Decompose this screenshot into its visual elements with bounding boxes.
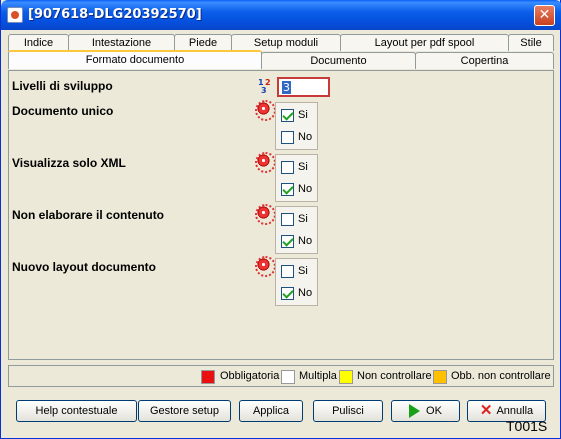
help-button[interactable]: Help contestuale: [16, 400, 137, 422]
required-icon: [255, 100, 276, 121]
tab-layout-pdf-spool[interactable]: Layout per pdf spool: [340, 34, 509, 51]
non-elaborare-no-checkbox[interactable]: [281, 235, 294, 248]
legend-swatch-multipla: [281, 370, 295, 384]
tab-setup-moduli[interactable]: Setup moduli: [231, 34, 341, 51]
required-icon: [255, 204, 276, 225]
ok-button[interactable]: OK: [391, 400, 460, 422]
documento-unico-group: Si No: [275, 102, 318, 150]
legend-label-multipla: Multipla: [299, 370, 337, 382]
ok-label: OK: [426, 405, 442, 417]
tab-copertina[interactable]: Copertina: [415, 52, 554, 69]
nuovo-layout-group: Si No: [275, 258, 318, 306]
non-elaborare-label: Non elaborare il contenuto: [12, 208, 165, 222]
numbering-levels-icon: 1 2 3: [258, 78, 271, 95]
pulisci-button[interactable]: Pulisci: [313, 400, 383, 422]
tab-indice[interactable]: Indice: [8, 34, 69, 51]
dialog-window: [907618-DLG20392570] ✕ Indice Intestazio…: [0, 0, 561, 439]
documento-unico-no-checkbox[interactable]: [281, 131, 294, 144]
required-icon: [255, 256, 276, 277]
visualizza-xml-label: Visualizza solo XML: [12, 156, 126, 170]
si-label: Si: [298, 109, 308, 121]
java-app-icon: [7, 7, 23, 23]
tab-intestazione[interactable]: Intestazione: [68, 34, 175, 51]
play-arrow-icon: [409, 404, 421, 419]
no-label: No: [298, 287, 313, 299]
title-bar[interactable]: [907618-DLG20392570] ✕: [1, 0, 561, 30]
applica-button[interactable]: Applica: [239, 400, 303, 422]
no-label: No: [298, 183, 313, 195]
documento-unico-si-checkbox[interactable]: [281, 109, 294, 122]
nuovo-layout-label: Nuovo layout documento: [12, 260, 156, 274]
legend-swatch-obb-non-controllare: [433, 370, 447, 384]
si-label: Si: [298, 161, 308, 173]
documento-unico-label: Documento unico: [12, 104, 114, 118]
si-label: Si: [298, 213, 308, 225]
gestore-setup-button[interactable]: Gestore setup: [138, 400, 231, 422]
visualizza-xml-no-checkbox[interactable]: [281, 183, 294, 196]
visualizza-xml-group: Si No: [275, 154, 318, 202]
non-elaborare-si-checkbox[interactable]: [281, 213, 294, 226]
required-icon: [255, 152, 276, 173]
tab-stile[interactable]: Stile: [508, 34, 554, 51]
screen-code: T001S: [506, 418, 548, 434]
no-label: No: [298, 131, 313, 143]
non-elaborare-group: Si No: [275, 206, 318, 254]
tab-formato-documento[interactable]: Formato documento: [8, 50, 262, 69]
nuovo-layout-si-checkbox[interactable]: [281, 265, 294, 278]
level-label: Livelli di sviluppo: [12, 79, 113, 93]
tab-documento[interactable]: Documento: [261, 52, 416, 69]
no-label: No: [298, 235, 313, 247]
legend-swatch-non-controllare: [339, 370, 353, 384]
level-input[interactable]: 3: [277, 77, 330, 97]
level-value: 3: [282, 81, 291, 94]
close-button[interactable]: ✕: [534, 5, 555, 26]
legend-swatch-obbligatoria: [201, 370, 215, 384]
legend-label-obbligatoria: Obbligatoria: [220, 370, 280, 382]
tab-piede[interactable]: Piede: [174, 34, 232, 51]
legend-bar: Obbligatoria Multipla Non controllare Ob…: [8, 365, 554, 387]
close-x-icon: ✕: [479, 402, 493, 420]
legend-label-obb-non-controllare: Obb. non controllare: [451, 370, 551, 382]
si-label: Si: [298, 265, 308, 277]
legend-label-non-controllare: Non controllare: [357, 370, 432, 382]
visualizza-xml-si-checkbox[interactable]: [281, 161, 294, 174]
nuovo-layout-no-checkbox[interactable]: [281, 287, 294, 300]
annulla-label: Annulla: [496, 405, 534, 417]
window-title: [907618-DLG20392570]: [28, 7, 202, 22]
